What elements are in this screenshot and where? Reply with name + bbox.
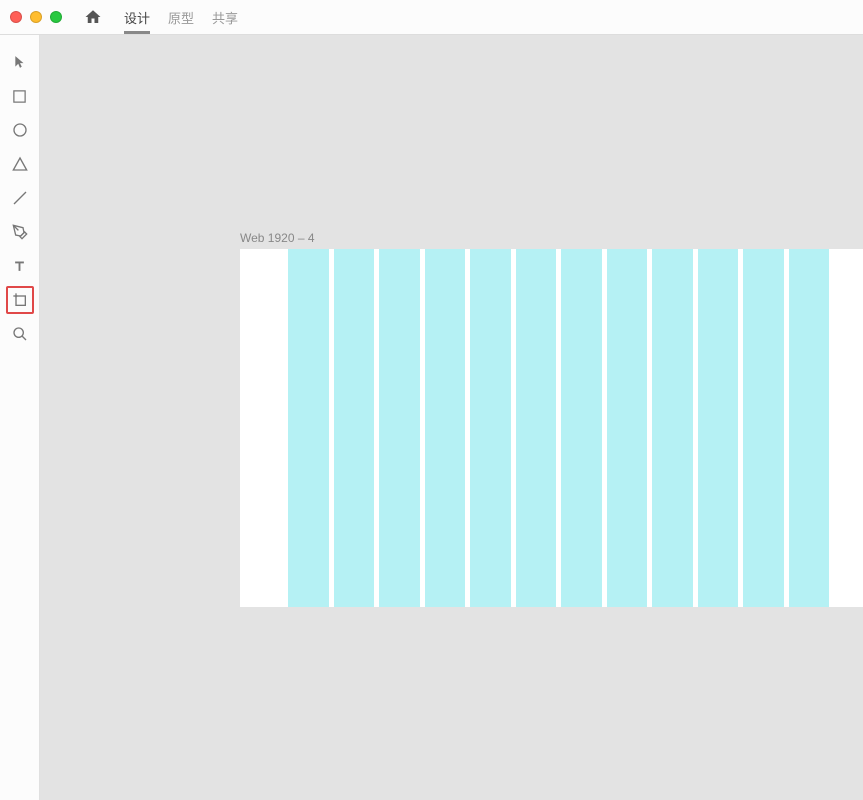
artboard-tool[interactable] [6,286,34,314]
pen-icon [12,224,28,240]
artboard-label[interactable]: Web 1920 – 4 [240,231,315,245]
circle-icon [12,122,28,138]
layout-grid-column [652,249,693,607]
layout-grid-column [698,249,739,607]
zoom-tool[interactable] [6,320,34,348]
layout-grid-column [743,249,784,607]
layout-grid-column [789,249,830,607]
line-tool[interactable] [6,184,34,212]
main-area: Web 1920 – 4 [0,35,863,800]
layout-grid-column [334,249,375,607]
tab-design[interactable]: 设计 [124,0,150,34]
artboard[interactable] [240,249,863,607]
layout-grid-column [425,249,466,607]
line-icon [12,190,28,206]
tab-prototype[interactable]: 原型 [168,0,194,34]
select-tool[interactable] [6,48,34,76]
magnifier-icon [12,326,28,342]
triangle-icon [12,156,28,172]
layout-grid-column [607,249,648,607]
close-window-button[interactable] [10,11,22,23]
pointer-icon [13,55,27,69]
home-button[interactable] [84,8,102,26]
layout-grid-column [288,249,329,607]
text-tool[interactable] [6,252,34,280]
polygon-tool[interactable] [6,150,34,178]
titlebar: 设计 原型 共享 [0,0,863,35]
layout-grid-column [379,249,420,607]
rectangle-tool[interactable] [6,82,34,110]
layout-grid-column [561,249,602,607]
ellipse-tool[interactable] [6,116,34,144]
text-icon [12,259,27,274]
toolbar [0,35,40,800]
minimize-window-button[interactable] [30,11,42,23]
window-controls [10,11,62,23]
maximize-window-button[interactable] [50,11,62,23]
rectangle-icon [12,89,27,104]
layout-grid-column [470,249,511,607]
home-icon [84,8,102,26]
canvas[interactable]: Web 1920 – 4 [40,35,863,800]
mode-tabs: 设计 原型 共享 [124,0,238,34]
tab-share[interactable]: 共享 [212,0,238,34]
layout-grid-column [516,249,557,607]
pen-tool[interactable] [6,218,34,246]
artboard-icon [12,292,28,308]
